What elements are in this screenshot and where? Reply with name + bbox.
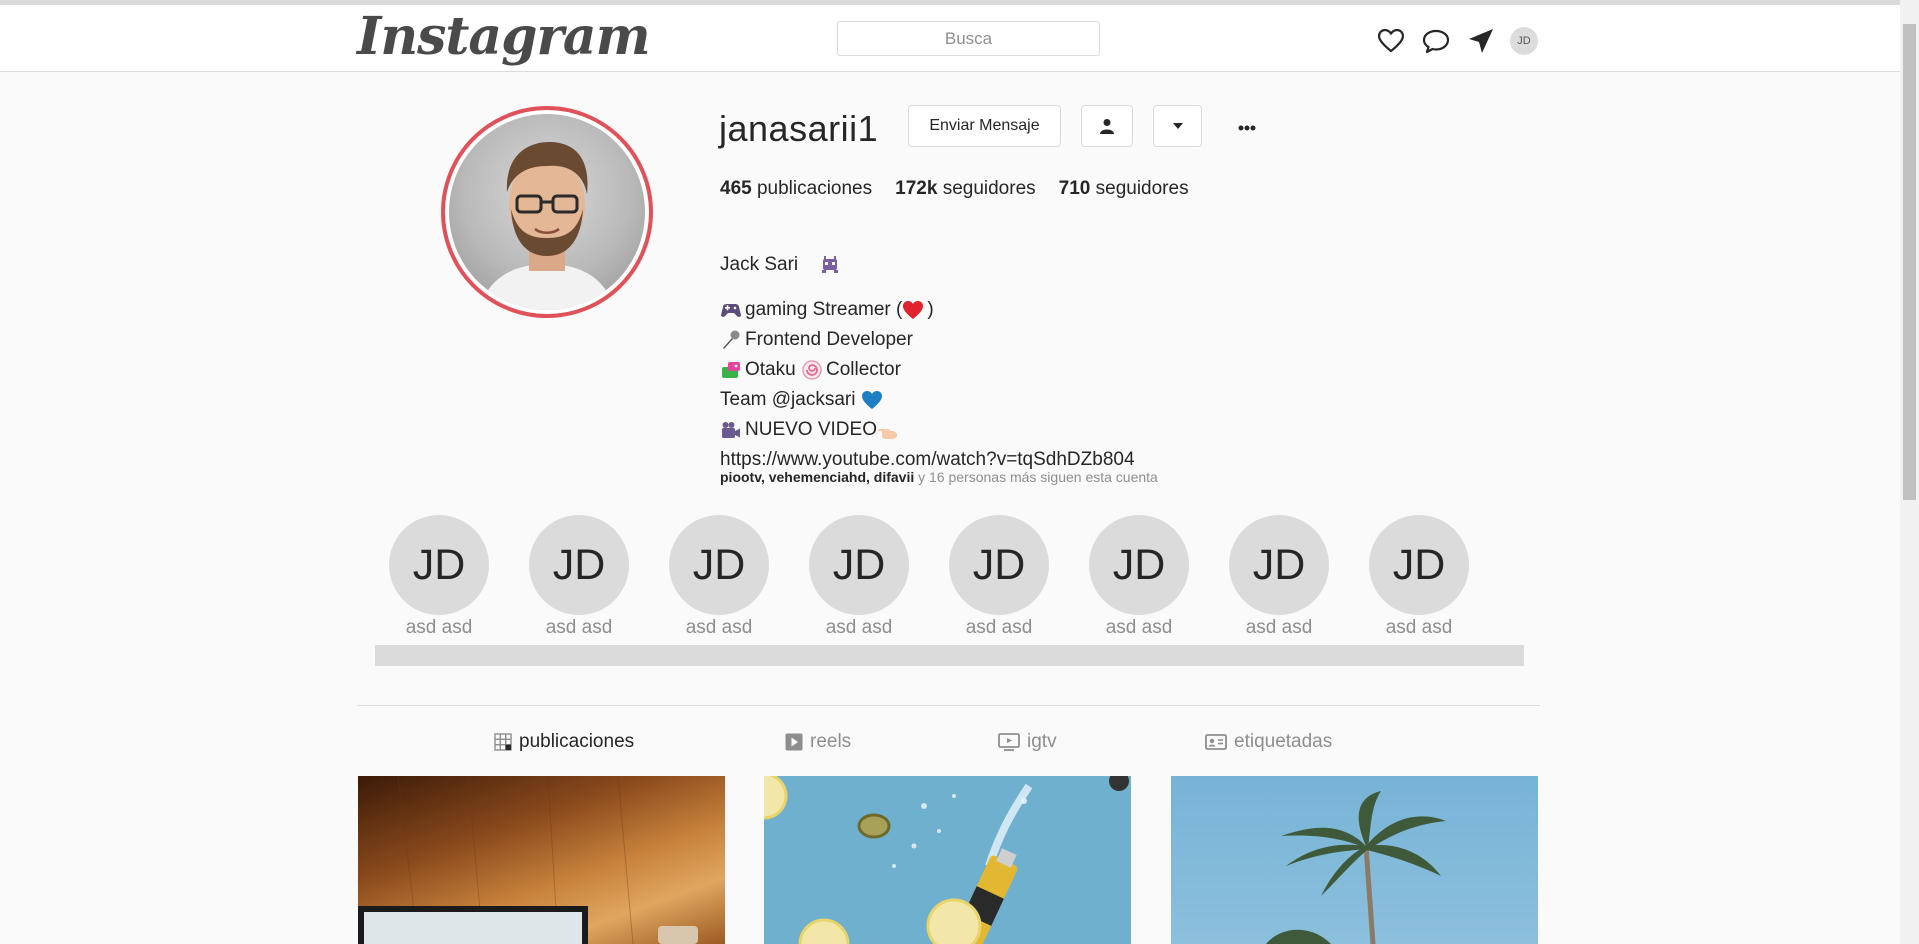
page-scrollbar[interactable] [1900,0,1919,944]
caret-down-icon [1172,123,1183,129]
profile-avatar-story-ring[interactable] [441,106,653,318]
stat-following[interactable]: 710 seguidores [1059,178,1189,200]
tab-reels[interactable]: reels [785,730,851,754]
highlights-scrollbar[interactable] [375,645,1524,666]
tv-icon [998,733,1020,751]
highlight-avatar: JD [1229,515,1329,615]
microphone-emoji-icon [723,330,740,349]
highlight-item[interactable]: JD asd asd [389,515,489,639]
post-lemon-bottle-image [764,776,1129,944]
tab-igtv[interactable]: igtv [998,730,1057,754]
bio-line-team: Team @jacksari [720,385,1135,415]
tab-etiquetadas[interactable]: etiquetadas [1205,730,1332,754]
chat-bubble-icon[interactable] [1418,23,1454,59]
post-thumbnail[interactable] [1171,776,1538,944]
bio-line-name: Jack Sari [720,235,1135,295]
profile-username: janasarii1 [719,108,879,149]
top-navigation-bar: Instagram JD [0,0,1900,72]
suggestions-dropdown-button[interactable] [1153,105,1202,147]
scrollbar-thumb[interactable] [1903,24,1916,500]
tag-icon [1205,734,1227,750]
bio-line-developer: Frontend Developer [720,325,1135,355]
grid-icon [494,733,512,751]
profile-stats: 465 publicaciones 172k seguidores 710 se… [720,178,1212,200]
profile-bio: Jack Sari gaming Streamer ( ) Frontend D… [720,235,1135,475]
story-highlights: JD asd asd JD asd asd JD asd asd JD asd asd … [389,515,1509,639]
highlight-avatar: JD [669,515,769,615]
highlight-label: asd asd [1385,617,1453,638]
search-input[interactable] [837,21,1100,56]
video-camera-emoji-icon [722,422,740,438]
highlight-label: asd asd [965,617,1033,638]
nav-icons: JD [1373,23,1538,59]
play-icon [785,733,803,751]
more-options-button[interactable] [1232,116,1262,140]
alien-monster-emoji-icon [822,256,839,273]
highlight-item[interactable]: JD asd asd [809,515,909,639]
followed-by-text[interactable]: piootv, vehemenciahd, difavii y 16 perso… [720,469,1158,485]
paper-plane-icon[interactable] [1463,23,1499,59]
blue-heart-emoji-icon [861,391,882,409]
highlight-label: asd asd [1105,617,1173,638]
instagram-logo[interactable]: Instagram [357,5,651,69]
highlight-avatar: JD [529,515,629,615]
bio-line-gaming: gaming Streamer ( ) [720,295,1135,325]
highlight-avatar: JD [1369,515,1469,615]
highlight-label: asd asd [1245,617,1313,638]
game-controller-emoji-icon [721,304,741,317]
highlight-avatar: JD [389,515,489,615]
highlight-item[interactable]: JD asd asd [669,515,769,639]
highlight-item[interactable]: JD asd asd [1089,515,1189,639]
post-thumbnail[interactable] [764,776,1131,944]
highlight-avatar: JD [1089,515,1189,615]
dragon-emoji-icon [722,362,740,378]
user-avatar[interactable]: JD [1510,27,1538,55]
highlight-item[interactable]: JD asd asd [1369,515,1469,639]
highlight-item[interactable]: JD asd asd [529,515,629,639]
post-laptop-image [358,776,698,944]
stat-posts[interactable]: 465 publicaciones [720,178,872,200]
tabs-divider [358,705,1540,706]
send-message-button[interactable]: Enviar Mensaje [908,105,1061,147]
fish-cake-emoji-icon [802,360,822,380]
user-icon [1100,119,1114,134]
tab-publicaciones[interactable]: publicaciones [494,730,634,754]
post-thumbnail[interactable] [358,776,725,944]
highlight-label: asd asd [685,617,753,638]
highlight-label: asd asd [405,617,473,638]
highlight-label: asd asd [825,617,893,638]
bio-line-new-video: NUEVO VIDEO [720,415,1135,445]
bio-line-otaku: Otaku Collector [720,355,1135,385]
highlight-item[interactable]: JD asd asd [949,515,1049,639]
heart-icon[interactable] [1373,23,1409,59]
highlight-avatar: JD [809,515,909,615]
ellipsis-icon [1238,125,1256,131]
highlight-label: asd asd [545,617,613,638]
post-palm-tree-image [1266,791,1446,944]
pointing-hand-emoji-icon [878,429,897,439]
profile-avatar [449,114,645,310]
highlight-avatar: JD [949,515,1049,615]
highlight-item[interactable]: JD asd asd [1229,515,1329,639]
stat-followers[interactable]: 172k seguidores [895,178,1036,200]
follow-status-button[interactable] [1081,105,1133,147]
red-heart-emoji-icon [903,301,924,319]
